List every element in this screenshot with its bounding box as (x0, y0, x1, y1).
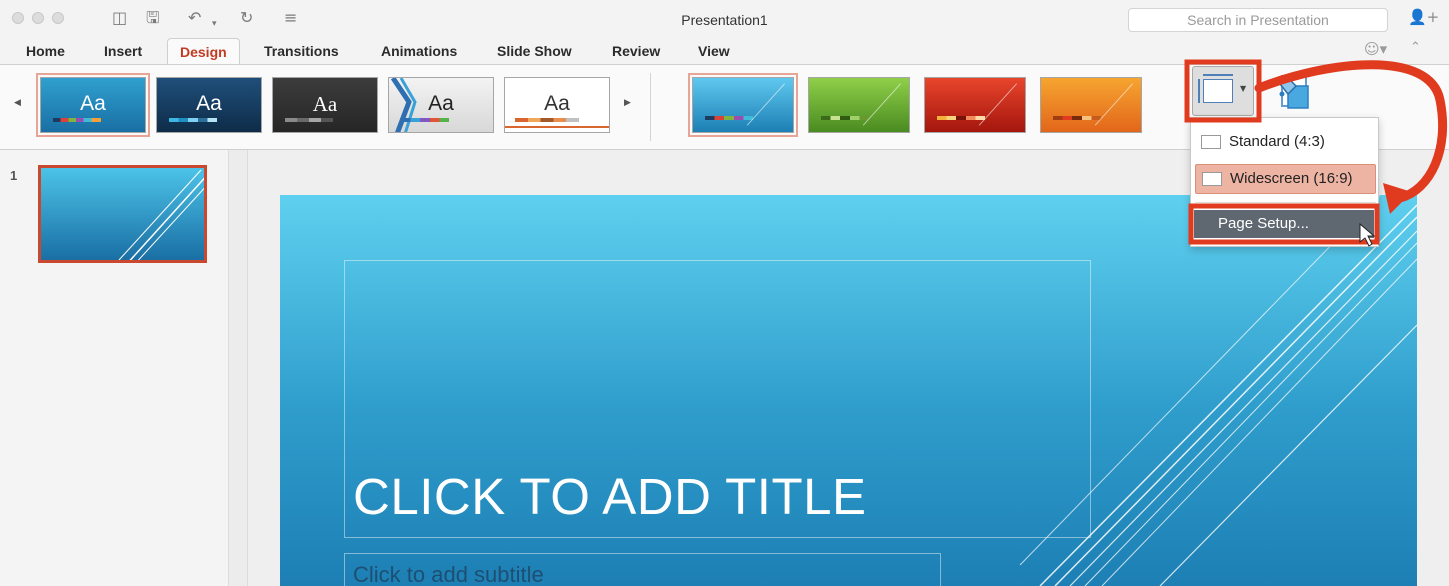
variant-swatch (705, 116, 753, 120)
slide-subtitle: Click to add subtitle (353, 562, 544, 586)
title-bar: ◫ 🖫 ↶ ▾ ↻ ≡ Presentation1 Search in Pres… (0, 0, 1449, 38)
slide-size-button[interactable]: ▼ (1192, 66, 1254, 116)
theme-thumbnail[interactable]: Aa (388, 77, 494, 133)
slide-canvas[interactable]: CLICK TO ADD TITLE Click to add subtitle (280, 195, 1417, 586)
search-input[interactable]: Search in Presentation (1128, 8, 1388, 32)
slide-title: CLICK TO ADD TITLE (353, 468, 867, 525)
themes-scroll-right-icon[interactable]: ▶ (624, 98, 631, 108)
variant-swatch (821, 116, 869, 120)
chevron-down-icon: ▼ (1240, 84, 1247, 93)
standard-size-icon (1201, 135, 1221, 149)
tab-slide-show[interactable]: Slide Show (497, 42, 572, 60)
panel-splitter[interactable] (228, 150, 248, 586)
theme-swatch (169, 118, 217, 122)
menu-item-widescreen[interactable]: Widescreen (16:9) (1195, 164, 1376, 194)
theme-swatch (515, 118, 579, 122)
collapse-ribbon-icon[interactable]: ⌃ (1410, 40, 1421, 55)
menu-item-page-setup[interactable]: Page Setup... (1194, 210, 1374, 238)
menu-item-label: Standard (4:3) (1229, 133, 1325, 150)
slide-number: 1 (10, 168, 18, 183)
gallery-divider (650, 73, 651, 141)
theme-swatch (285, 118, 333, 122)
theme-underline (505, 126, 609, 128)
format-background-icon[interactable] (1274, 72, 1314, 112)
theme-thumbnail[interactable]: Aa (272, 77, 378, 133)
variant-swatch (1053, 116, 1101, 120)
theme-label: Aa (312, 92, 338, 116)
variant-thumbnail[interactable] (688, 73, 798, 137)
theme-swatch (401, 118, 449, 122)
widescreen-size-icon (1202, 172, 1222, 186)
title-placeholder[interactable]: CLICK TO ADD TITLE (344, 260, 1091, 538)
thumbnail-lines (118, 169, 204, 260)
theme-thumbnail[interactable]: Aa (156, 77, 262, 133)
theme-thumbnail[interactable]: Aa (504, 77, 610, 133)
tab-view[interactable]: View (698, 42, 730, 60)
variant-thumbnail[interactable] (808, 77, 910, 133)
tab-transitions[interactable]: Transitions (264, 42, 339, 60)
menu-separator (1195, 202, 1376, 203)
slide-size-icon (1198, 74, 1233, 103)
theme-label: Aa (196, 92, 222, 115)
tab-design[interactable]: Design (167, 38, 240, 66)
variant-swatch (937, 116, 985, 120)
menu-item-label: Widescreen (16:9) (1230, 170, 1353, 187)
variant-thumbnail[interactable] (1040, 77, 1142, 133)
tab-insert[interactable]: Insert (104, 42, 142, 60)
variant-thumbnail[interactable] (924, 77, 1026, 133)
theme-swatch (53, 118, 101, 122)
theme-thumbnail[interactable]: Aa (36, 73, 150, 137)
feedback-smiley-icon[interactable]: ☺▾ (1364, 40, 1387, 58)
theme-label: Aa (428, 92, 454, 115)
subtitle-placeholder[interactable]: Click to add subtitle (344, 553, 941, 586)
menu-item-standard[interactable]: Standard (4:3) (1195, 128, 1376, 158)
tab-home[interactable]: Home (26, 42, 65, 60)
tab-review[interactable]: Review (612, 42, 660, 60)
slide-thumbnail[interactable] (38, 165, 207, 263)
themes-scroll-left-icon[interactable]: ◀ (14, 98, 21, 108)
share-icon[interactable]: 👤+ (1408, 8, 1439, 26)
tab-animations[interactable]: Animations (381, 42, 457, 60)
theme-label: Aa (544, 92, 570, 115)
theme-label: Aa (80, 92, 106, 115)
